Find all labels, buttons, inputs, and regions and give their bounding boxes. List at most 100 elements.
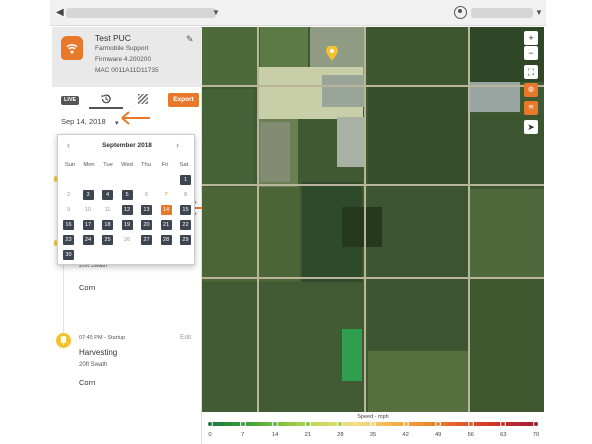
tab-live[interactable]: LIVE xyxy=(61,96,80,105)
weekday-label: Tue xyxy=(103,161,113,168)
legend-tick-label: 14 xyxy=(271,432,279,438)
calendar-day[interactable]: 12 xyxy=(121,204,133,215)
layers-icon[interactable]: ≋ xyxy=(524,101,538,115)
account-circle-icon[interactable] xyxy=(454,6,467,19)
annotation-arrow xyxy=(121,111,150,125)
farm-select[interactable] xyxy=(66,8,216,18)
calendar-day[interactable]: 29 xyxy=(180,234,191,245)
chevron-down-icon[interactable]: ▼ xyxy=(535,8,543,17)
calendar-day[interactable]: 10 xyxy=(83,205,94,215)
account-menu[interactable] xyxy=(471,8,533,18)
legend-tick-label: 56 xyxy=(467,432,475,438)
event-crop: Corn xyxy=(79,378,96,387)
previous-month-button[interactable]: ‹ xyxy=(67,140,70,150)
legend-dot xyxy=(402,421,409,427)
weekday-header: Sun Mon Tue Wed Thu Fri Sat xyxy=(63,157,191,172)
calendar-day[interactable]: 22 xyxy=(180,219,191,230)
satellite-map[interactable]: + − ⛶ ◍ ≋ ➤ xyxy=(202,27,544,412)
calendar-day[interactable]: 17 xyxy=(82,219,94,230)
chevron-down-icon[interactable]: ▼ xyxy=(212,8,220,17)
speed-legend: Speed - mph 0 7 14 21 28 35 42 49 56 63 70 xyxy=(202,412,544,444)
calendar-day[interactable]: 1 xyxy=(180,174,191,185)
wheat-marker-icon[interactable] xyxy=(326,46,338,61)
map-road xyxy=(202,184,544,186)
calendar-day[interactable]: 13 xyxy=(141,204,152,215)
map-field-active xyxy=(342,329,362,381)
navigation-arrow-icon[interactable]: ➤ xyxy=(524,120,538,134)
legend-tick-label: 70 xyxy=(532,432,540,438)
legend-dot xyxy=(272,421,279,427)
calendar-day[interactable]: 23 xyxy=(63,234,74,245)
legend-tick-label: 63 xyxy=(500,432,507,438)
map-road xyxy=(202,277,544,279)
calendar-day[interactable]: 11 xyxy=(102,205,113,215)
calendar-week: 30 xyxy=(63,247,191,262)
calendar-day[interactable]: 16 xyxy=(63,219,74,230)
device-mac: MAC 0011A11D11735 xyxy=(95,67,159,74)
tab-history[interactable] xyxy=(89,92,123,109)
calendar-day[interactable]: 19 xyxy=(121,219,133,230)
export-button[interactable]: Export xyxy=(168,93,199,107)
calendar-day[interactable]: 2 xyxy=(63,190,74,200)
calendar-day[interactable]: 21 xyxy=(160,219,172,230)
wheat-icon xyxy=(56,333,71,348)
swath-icon[interactable] xyxy=(138,94,148,104)
event-edit-link[interactable]: Edit xyxy=(180,334,191,341)
weekday-label: Mon xyxy=(83,161,95,168)
chevron-down-icon[interactable]: ▾ xyxy=(115,119,119,127)
legend-dot xyxy=(500,421,507,427)
calendar-week: 16 17 18 19 20 21 22 xyxy=(63,217,191,232)
calendar-day[interactable]: 20 xyxy=(141,219,152,230)
device-name: Test PUC xyxy=(95,33,131,43)
map-field xyxy=(368,87,468,187)
calendar-day[interactable]: 5 xyxy=(121,189,133,200)
map-field xyxy=(202,27,257,87)
map-field xyxy=(322,75,364,107)
map-field xyxy=(470,279,544,412)
globe-icon[interactable]: ◍ xyxy=(524,83,538,97)
calendar-day[interactable]: 7 xyxy=(161,190,172,200)
legend-dot xyxy=(207,421,213,427)
map-field xyxy=(368,189,468,277)
pencil-icon[interactable]: ✎ xyxy=(186,34,194,45)
event-title: Harvesting xyxy=(79,348,118,357)
zoom-in-button[interactable]: + xyxy=(524,31,538,45)
next-month-button[interactable]: › xyxy=(176,140,179,150)
calendar-day[interactable]: 9 xyxy=(63,205,74,215)
zoom-out-button[interactable]: − xyxy=(524,46,538,60)
tab-bar: LIVE Export xyxy=(52,90,202,110)
device-header: Test PUC Farmobile Support Firmware 4.20… xyxy=(52,27,202,87)
weekday-label: Thu xyxy=(141,161,151,168)
legend-dot xyxy=(337,421,344,427)
weekday-label: Sun xyxy=(64,161,76,168)
calendar-day[interactable]: 30 xyxy=(63,249,74,260)
legend-tick-label: 0 xyxy=(208,432,212,438)
calendar-day[interactable]: 8 xyxy=(180,190,191,200)
legend-tick-label: 42 xyxy=(402,432,409,438)
calendar-day[interactable]: 26 xyxy=(122,235,133,245)
calendar-day[interactable]: 4 xyxy=(102,189,113,200)
map-tree-cluster xyxy=(342,207,382,247)
device-firmware: Firmware 4.200200 xyxy=(95,56,151,63)
calendar-day[interactable]: 25 xyxy=(102,234,113,245)
calendar-day[interactable]: 18 xyxy=(102,219,113,230)
history-icon xyxy=(101,94,111,104)
calendar-day[interactable]: 6 xyxy=(141,190,152,200)
legend-dot xyxy=(239,421,246,427)
fullscreen-icon[interactable]: ⛶ xyxy=(524,65,538,79)
calendar-day[interactable]: 24 xyxy=(82,234,94,245)
calendar-day[interactable]: 3 xyxy=(82,189,94,200)
map-town xyxy=(260,122,290,182)
timeline-line xyxy=(63,263,64,333)
map-field xyxy=(260,27,308,67)
calendar-day[interactable]: 15 xyxy=(180,204,191,215)
map-field xyxy=(337,117,365,167)
map-field xyxy=(368,279,468,349)
calendar-day[interactable]: 14 xyxy=(160,204,172,215)
calendar-day[interactable]: 28 xyxy=(160,234,172,245)
map-field xyxy=(368,351,468,412)
chevron-left-icon[interactable]: ◀ xyxy=(56,7,64,18)
map-field xyxy=(202,187,300,282)
date-select[interactable]: Sep 14, 2018 xyxy=(61,117,123,129)
calendar-day[interactable]: 27 xyxy=(141,234,152,245)
